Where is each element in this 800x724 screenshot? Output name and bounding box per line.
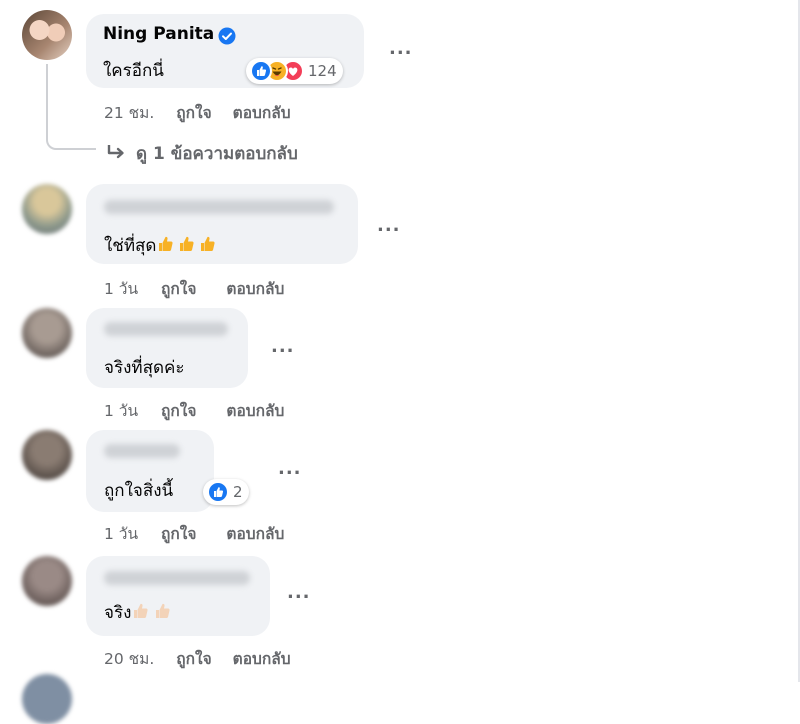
- comment-text-content: จริง: [104, 603, 132, 623]
- comment-meta: 1 วัน ถูกใจ ตอบกลับ: [104, 398, 284, 423]
- comment-meta: 21 ชม. ถูกใจ ตอบกลับ: [104, 100, 291, 125]
- like-icon: [250, 60, 272, 82]
- more-options-button[interactable]: ...: [278, 458, 302, 479]
- like-button[interactable]: ถูกใจ: [161, 398, 196, 423]
- comment-text: ใช่ที่สุด: [104, 232, 221, 259]
- comment-time[interactable]: 1 วัน: [104, 521, 138, 546]
- comment-time[interactable]: 1 วัน: [104, 276, 138, 301]
- like-button[interactable]: ถูกใจ: [176, 646, 211, 671]
- reaction-count: 124: [308, 62, 337, 80]
- comment-author[interactable]: [104, 322, 228, 336]
- reaction-summary[interactable]: 2: [203, 479, 249, 505]
- reaction-summary[interactable]: 124: [246, 58, 343, 84]
- reply-button[interactable]: ตอบกลับ: [226, 276, 284, 301]
- comment-meta: 20 ชม. ถูกใจ ตอบกลับ: [104, 646, 291, 671]
- more-options-button[interactable]: ...: [287, 582, 311, 603]
- comment-author[interactable]: [104, 200, 334, 214]
- comment-text: จริง: [104, 599, 176, 626]
- more-options-button[interactable]: ...: [389, 38, 413, 59]
- like-button[interactable]: ถูกใจ: [161, 276, 196, 301]
- comment-author[interactable]: Ning Panita: [103, 24, 214, 44]
- like-button[interactable]: ถูกใจ: [176, 100, 211, 125]
- reply-button[interactable]: ตอบกลับ: [233, 100, 291, 125]
- comment-text: จริงที่สุดค่ะ: [104, 358, 185, 378]
- more-options-button[interactable]: ...: [271, 336, 295, 357]
- reply-button[interactable]: ตอบกลับ: [233, 646, 291, 671]
- comment-time[interactable]: 20 ชม.: [104, 646, 154, 671]
- like-button[interactable]: ถูกใจ: [161, 521, 196, 546]
- reply-button[interactable]: ตอบกลับ: [226, 521, 284, 546]
- reply-arrow-icon: [107, 145, 124, 159]
- thread-line: [46, 64, 96, 150]
- avatar[interactable]: [22, 308, 72, 358]
- reply-button[interactable]: ตอบกลับ: [226, 398, 284, 423]
- comment-time[interactable]: 1 วัน: [104, 398, 138, 423]
- avatar[interactable]: [22, 556, 72, 606]
- comment-meta: 1 วัน ถูกใจ ตอบกลับ: [104, 521, 284, 546]
- avatar[interactable]: [22, 10, 72, 60]
- thumbs-up-icon: [157, 234, 221, 259]
- comment-text-content: ใช่ที่สุด: [104, 236, 157, 256]
- avatar[interactable]: [22, 430, 72, 480]
- thumbs-up-light-icon: [132, 601, 176, 626]
- more-options-button[interactable]: ...: [377, 215, 401, 236]
- comment-author[interactable]: [104, 444, 180, 458]
- comment-text: ถูกใจสิ่งนี้: [104, 481, 174, 501]
- view-replies-link[interactable]: ดู 1 ข้อความตอบกลับ: [136, 140, 298, 167]
- reaction-count: 2: [233, 483, 243, 501]
- comment-author[interactable]: [104, 571, 250, 585]
- verified-badge-icon: [218, 27, 236, 45]
- comment-text: ใครอีกนี่: [103, 61, 164, 81]
- like-icon: [207, 481, 229, 503]
- avatar[interactable]: [22, 184, 72, 234]
- comment-time[interactable]: 21 ชม.: [104, 100, 154, 125]
- comment-meta: 1 วัน ถูกใจ ตอบกลับ: [104, 276, 284, 301]
